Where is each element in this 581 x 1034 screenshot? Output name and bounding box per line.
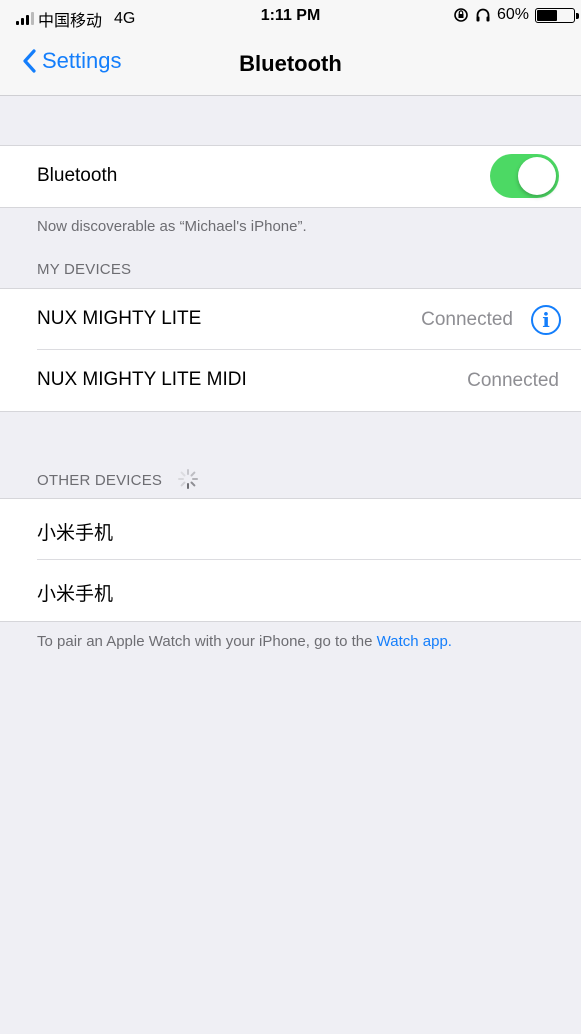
status-right: 60% [453,6,579,24]
battery-percent: 60% [496,6,529,23]
apple-watch-note: To pair an Apple Watch with your iPhone,… [37,633,452,650]
headphones-icon [476,8,490,22]
other-devices-header: OTHER DEVICES [37,469,199,492]
discoverable-note: Now discoverable as “Michael's iPhone”. [37,218,307,235]
device-status: Connected [421,309,513,330]
bluetooth-toggle[interactable] [490,154,559,198]
other-devices-label: OTHER DEVICES [37,471,163,489]
bluetooth-label: Bluetooth [37,165,118,186]
other-devices-group: 小米手机 小米手机 [0,498,581,622]
device-name: NUX MIGHTY LITE MIDI [37,369,247,390]
status-bar: 中国移动 4G 1:11 PM 60% [0,0,581,34]
navigation-bar: Settings Bluetooth [0,34,581,96]
device-name: 小米手机 [37,584,114,605]
device-name: 小米手机 [37,523,114,544]
device-row[interactable]: 小米手机 [0,560,581,621]
my-devices-header: MY DEVICES [37,261,132,278]
device-row[interactable]: NUX MIGHTY LITE Connected i [0,289,581,350]
device-name: NUX MIGHTY LITE [37,308,202,329]
bluetooth-group: Bluetooth [0,145,581,208]
page-title: Bluetooth [239,51,342,76]
toggle-knob [518,157,556,195]
device-status: Connected [467,370,559,391]
device-row[interactable]: 小米手机 [0,499,581,560]
footer-text: To pair an Apple Watch with your iPhone,… [37,633,377,650]
watch-app-link[interactable]: Watch app. [377,633,452,650]
my-devices-group: NUX MIGHTY LITE Connected i NUX MIGHTY L… [0,288,581,412]
info-icon[interactable]: i [531,305,561,335]
device-row[interactable]: NUX MIGHTY LITE MIDI Connected [0,350,581,411]
battery-icon [535,7,579,23]
loading-spinner-icon [177,469,198,489]
bluetooth-row: Bluetooth [0,146,581,207]
orientation-lock-icon [454,8,468,22]
